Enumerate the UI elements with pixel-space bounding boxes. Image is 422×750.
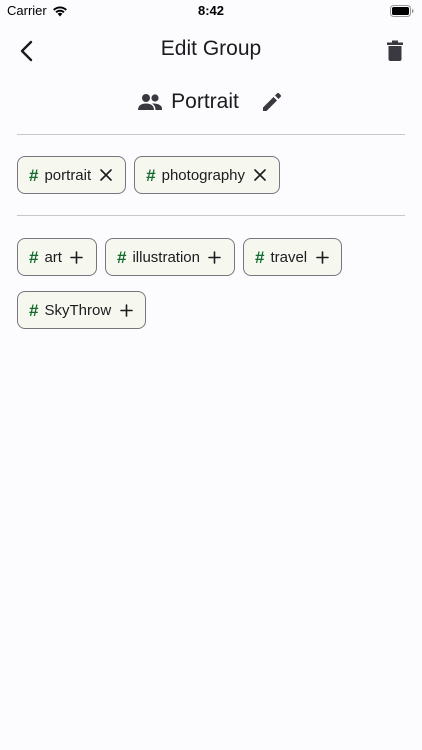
edit-name-button[interactable]: [259, 89, 285, 115]
hash-icon: #: [29, 247, 39, 267]
tag-label: portrait: [44, 166, 92, 184]
remove-tag-button[interactable]: [99, 168, 113, 182]
add-tag-button[interactable]: [315, 250, 329, 264]
delete-group-button[interactable]: [380, 36, 410, 66]
screen-title: Edit Group: [160, 37, 262, 60]
hash-icon: #: [254, 247, 265, 267]
suggested-tags: # art # illustration # travel # SkyThrow: [17, 238, 405, 329]
tag-chip-illustration[interactable]: # illustration: [104, 238, 235, 276]
hash-icon: #: [146, 165, 156, 185]
selected-tags: # portrait # photography: [17, 156, 405, 194]
trash-icon: [387, 40, 403, 61]
tag-chip-skythrow[interactable]: # SkyThrow: [17, 291, 147, 329]
group-name: Portrait: [171, 90, 239, 113]
tag-chip-art[interactable]: # art: [17, 238, 97, 276]
close-icon: [254, 169, 266, 181]
plus-icon: [70, 250, 84, 264]
status-bar: Carrier 8:42: [0, 0, 422, 22]
hash-icon: #: [29, 165, 39, 185]
pencil-icon: [262, 92, 281, 111]
tag-label: photography: [161, 166, 246, 184]
plus-icon: [208, 250, 222, 264]
status-time: 8:42: [197, 3, 225, 18]
hash-icon: #: [29, 300, 39, 320]
add-tag-button[interactable]: [208, 250, 222, 264]
divider-middle: [17, 215, 405, 216]
tag-label: art: [44, 248, 62, 266]
remove-tag-button[interactable]: [253, 168, 267, 182]
hash-icon: #: [116, 247, 127, 267]
group-header: Portrait: [0, 84, 422, 120]
tag-chip-portrait[interactable]: # portrait: [17, 156, 127, 194]
tag-label: SkyThrow: [44, 301, 112, 319]
plus-icon: [315, 250, 329, 264]
battery-icon: [390, 4, 414, 17]
top-app-bar: Edit Group: [0, 28, 422, 72]
tag-chip-travel[interactable]: # travel: [242, 238, 343, 276]
divider-top: [17, 134, 405, 135]
tag-label: illustration: [132, 248, 200, 266]
add-tag-button[interactable]: [70, 250, 84, 264]
people-icon: [138, 94, 163, 110]
tag-label: travel: [270, 248, 308, 266]
plus-icon: [119, 303, 133, 317]
tag-chip-photography[interactable]: # photography: [134, 156, 281, 194]
close-icon: [100, 169, 112, 181]
add-tag-button[interactable]: [119, 303, 133, 317]
